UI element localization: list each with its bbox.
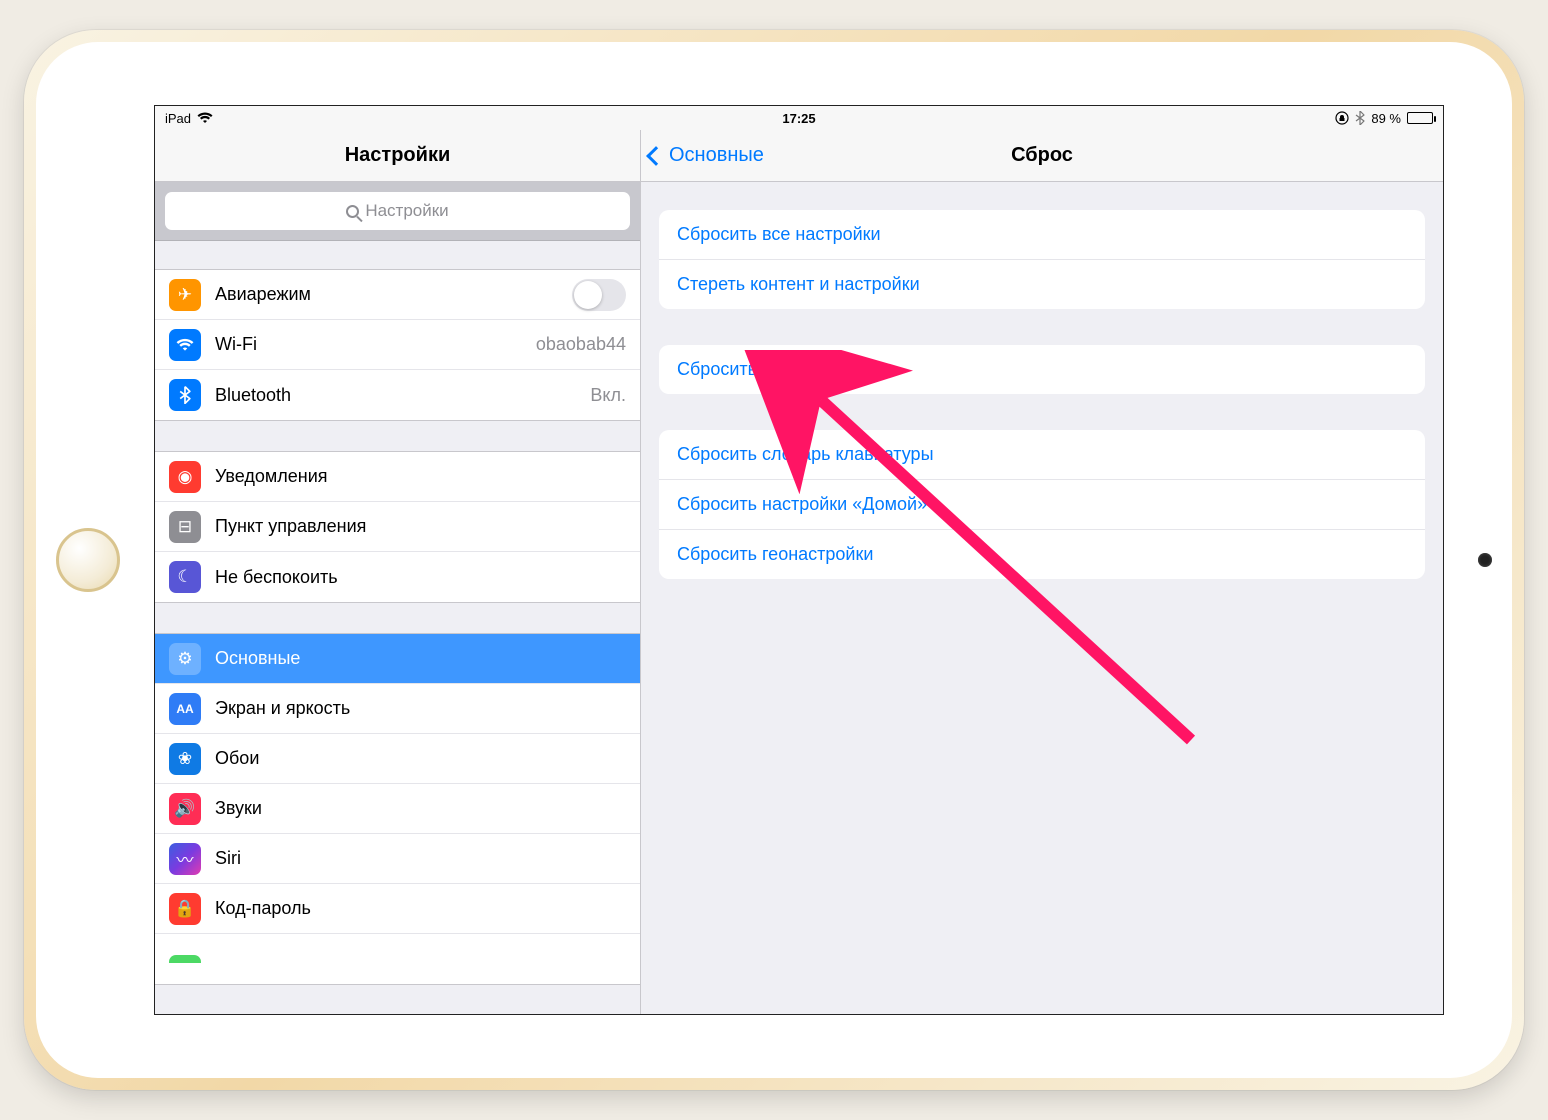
battery-percent: 89 % bbox=[1371, 111, 1401, 126]
sidebar-item-airplane[interactable]: Авиарежим bbox=[155, 270, 640, 320]
back-label: Основные bbox=[669, 144, 764, 167]
sidebar-item-label: Авиарежим bbox=[215, 284, 572, 305]
notifications-icon bbox=[169, 461, 201, 493]
front-camera bbox=[1478, 553, 1492, 567]
passcode-icon bbox=[169, 893, 201, 925]
sidebar-item-general[interactable]: Основные bbox=[155, 634, 640, 684]
bluetooth-icon bbox=[1355, 111, 1365, 125]
sidebar-scroll[interactable]: Авиарежим Wi-Fi obaobab44 bbox=[155, 241, 640, 1014]
partial-icon bbox=[169, 955, 201, 963]
status-time: 17:25 bbox=[782, 111, 815, 126]
reset-location-settings-button[interactable]: Сбросить геонастройки bbox=[659, 530, 1425, 579]
sidebar-item-display[interactable]: Экран и яркость bbox=[155, 684, 640, 734]
battery-icon bbox=[1407, 112, 1433, 124]
siri-icon bbox=[169, 843, 201, 875]
dnd-icon bbox=[169, 561, 201, 593]
sidebar-item-label: Не беспокоить bbox=[215, 567, 626, 588]
search-input[interactable]: Настройки bbox=[165, 192, 630, 230]
sidebar-item-label: Звуки bbox=[215, 798, 626, 819]
sidebar-item-label: Bluetooth bbox=[215, 385, 590, 406]
wifi-network-value: obaobab44 bbox=[536, 334, 626, 355]
sidebar-item-passcode[interactable]: Код-пароль bbox=[155, 884, 640, 934]
sidebar-item-label: Обои bbox=[215, 748, 626, 769]
sidebar-item-bluetooth[interactable]: Bluetooth Вкл. bbox=[155, 370, 640, 420]
sidebar-item-label: Пункт управления bbox=[215, 516, 626, 537]
sidebar-nav: Настройки bbox=[155, 130, 640, 182]
sidebar-title: Настройки bbox=[345, 144, 451, 167]
sidebar-item-label: Основные bbox=[215, 648, 626, 669]
ipad-device-frame: iPad 17:25 89 % Настройки bbox=[24, 30, 1524, 1090]
wallpaper-icon bbox=[169, 743, 201, 775]
reset-network-settings-button[interactable]: Сбросить настройки сети bbox=[659, 345, 1425, 394]
sidebar-item-label: Код-пароль bbox=[215, 898, 626, 919]
sounds-icon bbox=[169, 793, 201, 825]
back-button[interactable]: Основные bbox=[649, 130, 764, 181]
sidebar-item-wallpaper[interactable]: Обои bbox=[155, 734, 640, 784]
detail-title: Сброс bbox=[1011, 144, 1073, 167]
sidebar-item-dnd[interactable]: Не беспокоить bbox=[155, 552, 640, 602]
control-center-icon bbox=[169, 511, 201, 543]
reset-group-2: Сбросить настройки сети bbox=[659, 345, 1425, 394]
sidebar-item-wifi[interactable]: Wi-Fi obaobab44 bbox=[155, 320, 640, 370]
sidebar-item-sounds[interactable]: Звуки bbox=[155, 784, 640, 834]
sidebar-group-notifications: Уведомления Пункт управления Не беспокои… bbox=[155, 451, 640, 603]
split-view: Настройки Настройки Авиарежим bbox=[155, 130, 1443, 1014]
wifi-settings-icon bbox=[169, 329, 201, 361]
ipad-bezel: iPad 17:25 89 % Настройки bbox=[36, 42, 1512, 1078]
screen: iPad 17:25 89 % Настройки bbox=[154, 105, 1444, 1015]
settings-sidebar: Настройки Настройки Авиарежим bbox=[155, 130, 641, 1014]
detail-scroll[interactable]: Сбросить все настройки Стереть контент и… bbox=[641, 182, 1443, 1014]
sidebar-item-control-center[interactable]: Пункт управления bbox=[155, 502, 640, 552]
erase-all-content-button[interactable]: Стереть контент и настройки bbox=[659, 260, 1425, 309]
device-label: iPad bbox=[165, 111, 191, 126]
home-button[interactable] bbox=[56, 528, 120, 592]
display-icon bbox=[169, 693, 201, 725]
sidebar-group-general: Основные Экран и яркость Обои bbox=[155, 633, 640, 985]
sidebar-group-connectivity: Авиарежим Wi-Fi obaobab44 bbox=[155, 269, 640, 421]
detail-nav: Основные Сброс bbox=[641, 130, 1443, 182]
sidebar-item-label: Wi-Fi bbox=[215, 334, 536, 355]
sidebar-item-label: Уведомления bbox=[215, 466, 626, 487]
orientation-lock-icon bbox=[1335, 111, 1349, 125]
chevron-left-icon bbox=[646, 146, 666, 166]
search-placeholder: Настройки bbox=[365, 201, 448, 221]
airplane-toggle[interactable] bbox=[572, 279, 626, 311]
sidebar-item-siri[interactable]: Siri bbox=[155, 834, 640, 884]
wifi-icon bbox=[197, 112, 213, 124]
reset-group-3: Сбросить словарь клавиатуры Сбросить нас… bbox=[659, 430, 1425, 579]
search-icon bbox=[346, 205, 359, 218]
reset-home-layout-button[interactable]: Сбросить настройки «Домой» bbox=[659, 480, 1425, 530]
sidebar-item-next-partial[interactable] bbox=[155, 934, 640, 984]
detail-pane: Основные Сброс Сбросить все настройки Ст… bbox=[641, 130, 1443, 1014]
gear-icon bbox=[169, 643, 201, 675]
reset-all-settings-button[interactable]: Сбросить все настройки bbox=[659, 210, 1425, 260]
airplane-icon bbox=[169, 279, 201, 311]
bluetooth-value: Вкл. bbox=[590, 385, 626, 406]
sidebar-item-notifications[interactable]: Уведомления bbox=[155, 452, 640, 502]
bluetooth-settings-icon bbox=[169, 379, 201, 411]
sidebar-item-label: Siri bbox=[215, 848, 626, 869]
reset-group-1: Сбросить все настройки Стереть контент и… bbox=[659, 210, 1425, 309]
search-container: Настройки bbox=[155, 182, 640, 241]
sidebar-item-label: Экран и яркость bbox=[215, 698, 626, 719]
reset-keyboard-dictionary-button[interactable]: Сбросить словарь клавиатуры bbox=[659, 430, 1425, 480]
status-bar: iPad 17:25 89 % bbox=[155, 106, 1443, 130]
